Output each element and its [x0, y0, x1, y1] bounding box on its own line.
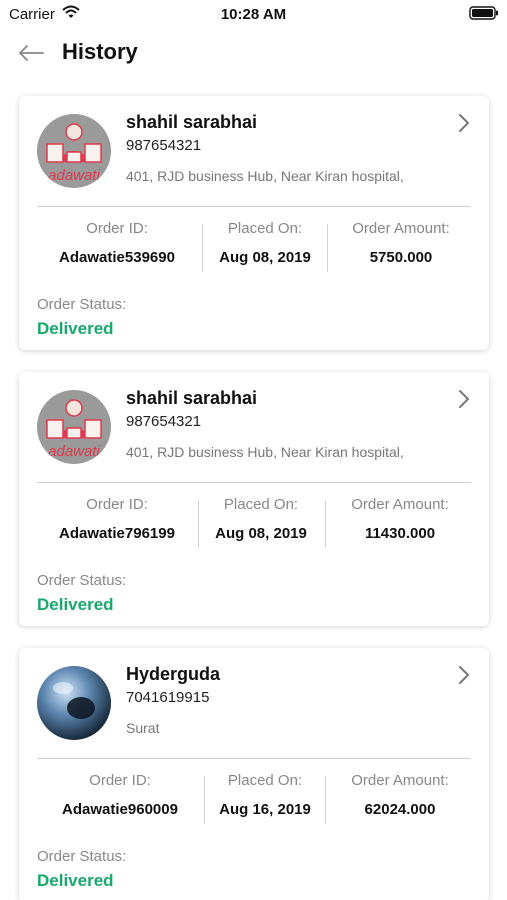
order-amount-label: Order Amount: — [351, 496, 449, 513]
order-status-label: Order Status: — [37, 572, 127, 589]
order-amount-column: Order Amount: 11430.000 — [326, 496, 474, 542]
customer-phone: 987654321 — [126, 137, 202, 154]
order-id-value: Adawatie960009 — [62, 801, 178, 818]
nav-bar: History — [0, 30, 507, 76]
order-amount-label: Order Amount: — [352, 220, 450, 237]
order-card[interactable]: adawati shahil sarabhai 987654321 401, R… — [19, 96, 489, 350]
shop-logo-avatar-image: adawati — [37, 390, 111, 464]
customer-address: 401, RJD business Hub, Near Kiran hospit… — [126, 168, 404, 184]
page-title: History — [62, 39, 138, 64]
order-amount-value: 5750.000 — [369, 249, 433, 266]
status-bar: Carrier 10:28 AM — [0, 0, 507, 30]
avatar: adawati — [37, 114, 111, 188]
order-id-label: Order ID: — [89, 772, 151, 789]
order-status-value: Delivered — [37, 319, 114, 338]
order-status-label: Order Status: — [37, 296, 127, 313]
order-status-label: Order Status: — [37, 848, 127, 865]
placed-on-column: Placed On: Aug 16, 2019 — [205, 772, 325, 818]
customer-phone: 7041619915 — [126, 689, 210, 706]
battery-icon — [469, 6, 498, 20]
placed-on-label: Placed On: — [223, 496, 299, 513]
order-id-column: Order ID: Adawatie539690 — [37, 220, 197, 266]
order-id-label: Order ID: — [86, 496, 148, 513]
order-card[interactable]: Hyderguda 7041619915 Surat Order ID: Ada… — [19, 648, 489, 900]
customer-photo-image — [37, 666, 111, 740]
avatar: adawati — [37, 390, 111, 464]
order-id-label: Order ID: — [86, 220, 148, 237]
placed-on-column: Placed On: Aug 08, 2019 — [199, 496, 323, 542]
order-status-value: Delivered — [37, 595, 114, 614]
shop-logo-avatar-image: adawati — [37, 114, 111, 188]
order-id-value: Adawatie539690 — [59, 249, 175, 266]
customer-address: 401, RJD business Hub, Near Kiran hospit… — [126, 444, 404, 460]
divider — [37, 482, 471, 483]
chevron-right-icon[interactable] — [455, 112, 473, 134]
placed-on-label: Placed On: — [227, 220, 303, 237]
customer-name: shahil sarabhai — [126, 112, 258, 132]
order-amount-column: Order Amount: 62024.000 — [326, 772, 474, 818]
order-amount-value: 62024.000 — [364, 801, 436, 818]
order-amount-value: 11430.000 — [364, 525, 436, 542]
clock: 10:28 AM — [220, 6, 287, 23]
divider — [37, 758, 471, 759]
order-amount-label: Order Amount: — [351, 772, 449, 789]
order-id-column: Order ID: Adawatie960009 — [37, 772, 203, 818]
order-id-column: Order ID: Adawatie796199 — [37, 496, 197, 542]
avatar — [37, 666, 111, 740]
order-history-list: adawati shahil sarabhai 987654321 401, R… — [19, 96, 489, 900]
order-status-value: Delivered — [37, 871, 114, 890]
placed-on-value: Aug 08, 2019 — [219, 249, 311, 266]
placed-on-column: Placed On: Aug 08, 2019 — [203, 220, 327, 266]
placed-on-label: Placed On: — [227, 772, 303, 789]
order-id-value: Adawatie796199 — [59, 525, 175, 542]
placed-on-value: Aug 08, 2019 — [215, 525, 307, 542]
chevron-right-icon[interactable] — [455, 388, 473, 410]
placed-on-value: Aug 16, 2019 — [219, 801, 311, 818]
customer-phone: 987654321 — [126, 413, 202, 430]
customer-name: Hyderguda — [126, 664, 221, 684]
customer-address: Surat — [126, 720, 160, 736]
divider — [37, 206, 471, 207]
arrow-left-icon — [19, 45, 44, 61]
order-amount-column: Order Amount: 5750.000 — [328, 220, 474, 266]
back-button[interactable] — [16, 40, 46, 66]
logo-text: adawati — [48, 443, 100, 460]
chevron-right-icon[interactable] — [455, 664, 473, 686]
order-card[interactable]: adawati shahil sarabhai 987654321 401, R… — [19, 372, 489, 626]
customer-name: shahil sarabhai — [126, 388, 258, 408]
logo-text: adawati — [48, 167, 100, 184]
